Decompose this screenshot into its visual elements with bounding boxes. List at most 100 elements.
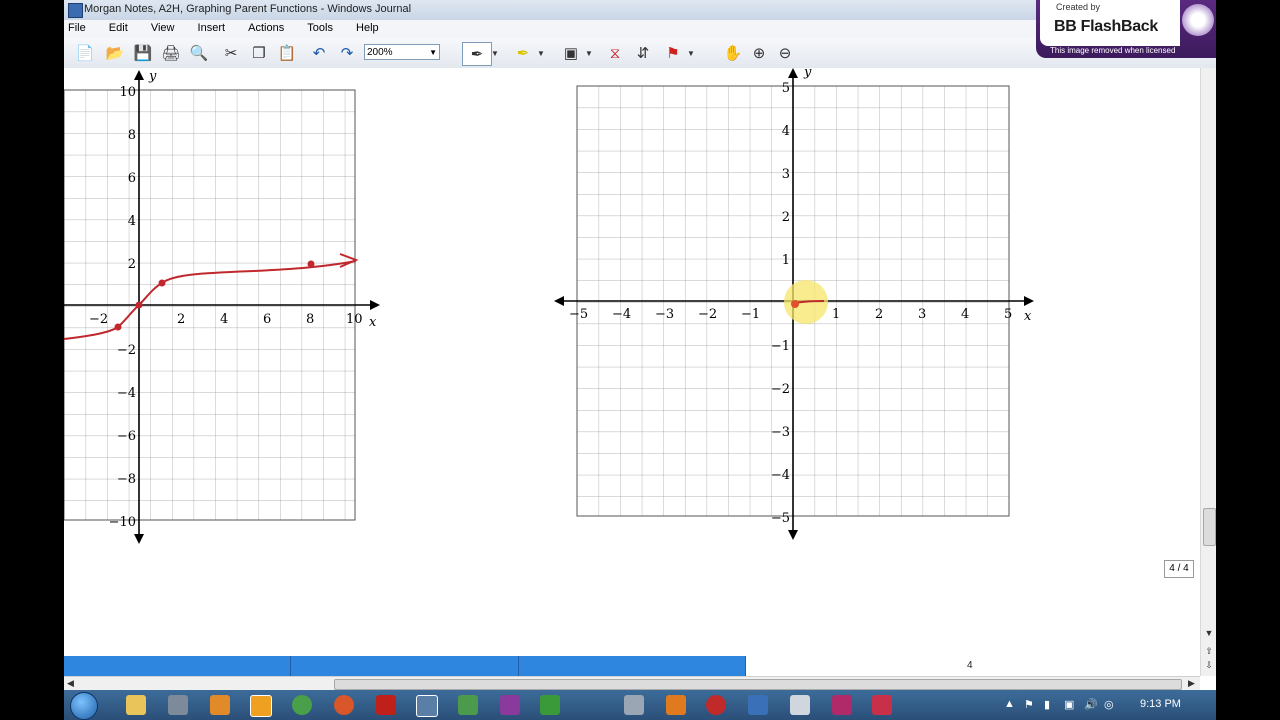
watermark-note: This image removed when licensed bbox=[1050, 46, 1176, 55]
next-page-icon[interactable]: ⇧ bbox=[1203, 646, 1215, 657]
cut-icon[interactable]: ✂ bbox=[220, 42, 242, 64]
menu-insert[interactable]: Insert bbox=[188, 20, 236, 34]
right-graph: y x −5 −4 −3 −2 −1 1 2 3 4 5 5 4 3 2 1 −… bbox=[554, 65, 1034, 540]
paste-icon[interactable]: 📋 bbox=[276, 42, 298, 64]
start-button-icon[interactable] bbox=[70, 692, 98, 720]
eraser-icon[interactable]: ▣ bbox=[560, 42, 582, 64]
watermark-created-by: Created by bbox=[1056, 2, 1101, 12]
menu-tools[interactable]: Tools bbox=[297, 20, 343, 34]
previous-page-icon[interactable]: ⇩ bbox=[1203, 660, 1215, 671]
zoom-out-icon[interactable]: ⊖ bbox=[774, 42, 796, 64]
left-x-tick: 10 bbox=[346, 312, 363, 327]
page-tab[interactable] bbox=[64, 656, 292, 676]
new-note-icon[interactable]: 📄 bbox=[74, 42, 96, 64]
right-x-tick: −2 bbox=[698, 307, 717, 322]
left-graph: y x −2 2 4 6 8 10 10 8 6 4 2 −2 −4 −6 −8… bbox=[64, 69, 380, 544]
watermark-panel: Created by BB FlashBack bbox=[1040, 0, 1180, 46]
page-number: 4 bbox=[967, 660, 973, 671]
undo-icon[interactable]: ↶ bbox=[308, 42, 330, 64]
horizontal-scroll-thumb[interactable] bbox=[334, 679, 1182, 690]
explorer-taskbar-icon[interactable] bbox=[126, 695, 146, 715]
flashback-taskbar-icon[interactable] bbox=[872, 695, 892, 715]
right-x-tick: −1 bbox=[741, 307, 760, 322]
copy-icon[interactable]: ❐ bbox=[248, 42, 270, 64]
save-icon[interactable]: 💾 bbox=[132, 42, 154, 64]
taskbar-clock[interactable]: 9:13 PM bbox=[1140, 698, 1181, 710]
app-taskbar-icon[interactable] bbox=[790, 695, 810, 715]
right-x-tick: 2 bbox=[875, 307, 883, 322]
tray-flag-icon[interactable]: ⚑ bbox=[1024, 698, 1034, 711]
vertical-scrollbar[interactable]: ▼ ⇧ ⇩ bbox=[1200, 68, 1216, 676]
acrobat-taskbar-icon[interactable] bbox=[376, 695, 396, 715]
page-tab[interactable] bbox=[519, 656, 746, 676]
curve-point bbox=[135, 301, 143, 309]
flag-icon[interactable]: ⚑ bbox=[662, 42, 684, 64]
journal-taskbar-icon[interactable] bbox=[416, 695, 438, 717]
app-taskbar-icon[interactable] bbox=[706, 695, 726, 715]
left-y-tick: −2 bbox=[117, 343, 136, 358]
onenote-taskbar-icon[interactable] bbox=[500, 695, 520, 715]
outlook-taskbar-icon[interactable] bbox=[250, 695, 272, 717]
open-icon[interactable]: 📂 bbox=[104, 42, 126, 64]
right-y-tick: −4 bbox=[771, 468, 790, 483]
pen-icon[interactable]: ✒ bbox=[462, 42, 492, 66]
right-y-tick: −5 bbox=[771, 511, 790, 526]
pan-hand-icon[interactable]: ✋ bbox=[722, 42, 744, 64]
page-tab[interactable] bbox=[291, 656, 519, 676]
app-taskbar-icon[interactable] bbox=[458, 695, 478, 715]
right-y-tick: 4 bbox=[782, 124, 790, 139]
eraser-dropdown-icon[interactable]: ▼ bbox=[584, 42, 594, 64]
menu-actions[interactable]: Actions bbox=[238, 20, 294, 34]
horizontal-scrollbar[interactable]: ◀ ▶ bbox=[64, 676, 1200, 691]
app-taskbar-icon[interactable] bbox=[210, 695, 230, 715]
left-y-tick: −10 bbox=[109, 515, 136, 530]
lasso-icon[interactable]: ⧖ bbox=[604, 42, 626, 64]
scroll-left-icon[interactable]: ◀ bbox=[67, 678, 74, 689]
menu-edit[interactable]: Edit bbox=[99, 20, 138, 34]
vertical-scroll-thumb[interactable] bbox=[1203, 508, 1216, 546]
right-y-tick: 5 bbox=[782, 81, 790, 96]
scroll-down-icon[interactable]: ▼ bbox=[1203, 628, 1215, 638]
volume-icon[interactable]: 🔊 bbox=[1084, 698, 1098, 711]
highlighter-dropdown-icon[interactable]: ▼ bbox=[536, 42, 546, 64]
right-x-tick: 5 bbox=[1004, 307, 1012, 322]
firefox-taskbar-icon[interactable] bbox=[334, 695, 354, 715]
print-icon[interactable]: 🖨 bbox=[160, 42, 182, 64]
app-taskbar-icon[interactable] bbox=[748, 695, 768, 715]
left-y-label: y bbox=[148, 69, 157, 84]
menu-help[interactable]: Help bbox=[346, 20, 389, 34]
left-y-tick: −4 bbox=[117, 386, 136, 401]
chrome-taskbar-icon[interactable] bbox=[292, 695, 312, 715]
redo-icon[interactable]: ↷ bbox=[336, 42, 358, 64]
left-x-tick: 2 bbox=[177, 312, 185, 327]
battery-icon[interactable]: ▮ bbox=[1044, 698, 1050, 711]
network-icon[interactable]: ▣ bbox=[1064, 698, 1074, 711]
app-taskbar-icon[interactable] bbox=[832, 695, 852, 715]
journal-page[interactable]: y x −2 2 4 6 8 10 10 8 6 4 2 −2 −4 −6 −8… bbox=[64, 65, 1200, 656]
right-x-tick: −5 bbox=[569, 307, 588, 322]
zoom-select[interactable]: 200% ▼ bbox=[364, 44, 440, 60]
right-y-tick: −1 bbox=[771, 339, 790, 354]
lock-taskbar-icon[interactable] bbox=[624, 695, 644, 715]
left-y-tick: 2 bbox=[128, 257, 136, 272]
menu-file[interactable]: File bbox=[64, 20, 96, 34]
right-x-tick: 1 bbox=[832, 307, 840, 322]
flag-dropdown-icon[interactable]: ▼ bbox=[686, 42, 696, 64]
taskbar: ▲ ⚑ ▮ ▣ 🔊 ◎ 9:13 PM bbox=[64, 690, 1216, 720]
highlighter-icon[interactable]: ✒ bbox=[512, 42, 534, 64]
page-tabs bbox=[64, 656, 746, 676]
find-icon[interactable]: 🔍 bbox=[188, 42, 210, 64]
tray-app-icon[interactable]: ◎ bbox=[1104, 698, 1114, 711]
pen-dropdown-icon[interactable]: ▼ bbox=[490, 42, 500, 64]
app-taskbar-icon[interactable] bbox=[168, 695, 188, 715]
right-x-tick: −4 bbox=[612, 307, 631, 322]
menu-view[interactable]: View bbox=[141, 20, 185, 34]
app-taskbar-icon[interactable] bbox=[540, 695, 560, 715]
vlc-taskbar-icon[interactable] bbox=[666, 695, 686, 715]
insert-space-icon[interactable]: ⇵ bbox=[632, 42, 654, 64]
left-y-tick: 8 bbox=[128, 128, 136, 143]
tray-expand-icon[interactable]: ▲ bbox=[1004, 698, 1015, 710]
zoom-in-icon[interactable]: ⊕ bbox=[748, 42, 770, 64]
curve-point bbox=[114, 323, 122, 331]
scroll-right-icon[interactable]: ▶ bbox=[1188, 678, 1195, 689]
